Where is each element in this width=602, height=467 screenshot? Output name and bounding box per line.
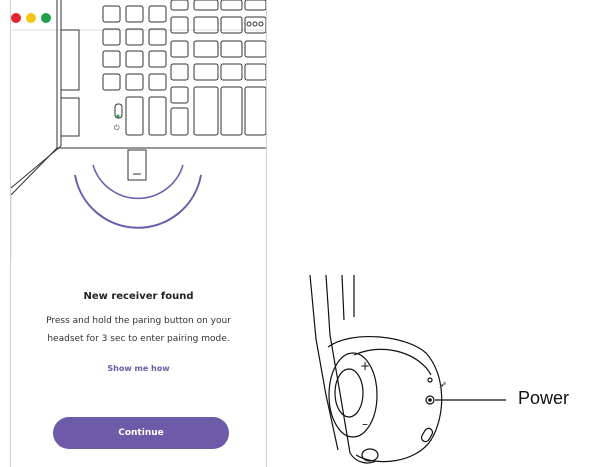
close-dot[interactable] xyxy=(11,13,21,23)
show-me-how-link[interactable]: Show me how xyxy=(11,364,266,373)
minimize-dot[interactable] xyxy=(26,13,36,23)
svg-text:🎤: 🎤 xyxy=(439,381,447,389)
dialog-body: Press and hold the paring button on your… xyxy=(11,312,266,348)
signal-arc-outer xyxy=(74,174,202,229)
app-window: ⏻ New receiver found Press and hold the … xyxy=(10,0,267,467)
status-led xyxy=(116,114,120,118)
body-line-1: Press and hold the paring button on your xyxy=(46,316,231,326)
volume-down-label: – xyxy=(362,417,368,431)
power-label: Power xyxy=(518,388,570,408)
zoom-dot[interactable] xyxy=(41,13,51,23)
keyboard-keys xyxy=(102,0,266,136)
svg-text:⏻: ⏻ xyxy=(114,124,120,132)
volume-up-label: + xyxy=(360,359,370,373)
window-controls xyxy=(11,13,51,23)
body-line-2: headset for 3 sec to enter pairing mode. xyxy=(47,334,230,344)
signal-arc-inner xyxy=(92,164,184,200)
dialog-title: New receiver found xyxy=(83,291,194,302)
keyboard-receiver-illustration: ⏻ xyxy=(11,0,266,260)
continue-button[interactable]: Continue xyxy=(53,417,229,449)
headset-illustration: + – 🎤 xyxy=(309,275,506,464)
